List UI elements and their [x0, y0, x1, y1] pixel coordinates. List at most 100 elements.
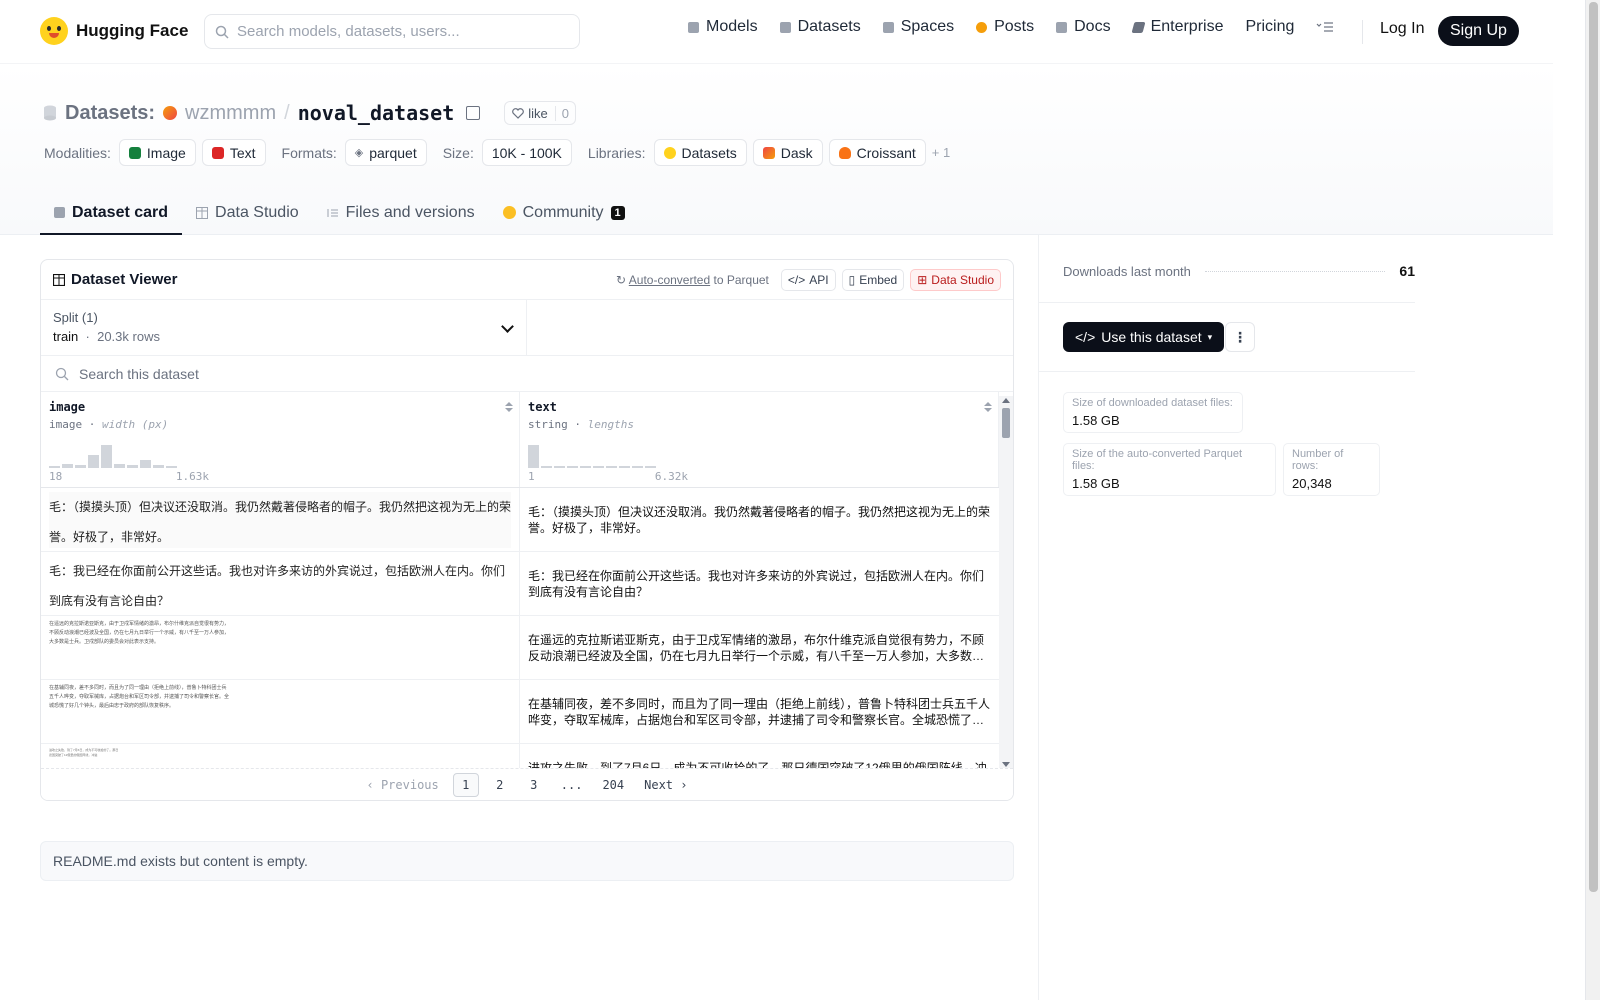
- community-icon: [502, 206, 516, 219]
- tag-datasets-lib[interactable]: Datasets: [653, 139, 747, 166]
- histogram-bar[interactable]: [554, 466, 565, 468]
- image-cell[interactable]: 在基辅同夜，差不多同时，而且为了同一理由（拒绝上前线），普鲁卜特科团士兵五千人哗…: [41, 680, 520, 743]
- page-button[interactable]: 1: [452, 772, 479, 797]
- embed-button[interactable]: ▯ Embed: [841, 268, 905, 291]
- tag-image[interactable]: Image: [118, 139, 196, 166]
- nav-pricing[interactable]: Pricing: [1245, 18, 1294, 36]
- brand-logo[interactable]: Hugging Face: [40, 17, 188, 45]
- nav-spaces[interactable]: Spaces: [882, 18, 954, 36]
- image-cell[interactable]: 进攻之失败，到了7月6日，成为不可收拾的了。那日德国突破了12俄里的俄国阵线，冲…: [41, 744, 520, 769]
- more-options-button[interactable]: ⋮: [1225, 322, 1255, 352]
- global-search[interactable]: [204, 14, 580, 49]
- tag-parquet[interactable]: ◈ parquet: [344, 139, 427, 166]
- api-label: API: [809, 272, 829, 287]
- nav-models[interactable]: Models: [688, 18, 758, 36]
- nav-more-menu[interactable]: [1316, 21, 1334, 33]
- text-cell[interactable]: 进攻之失败，到了7月6日，成为不可收拾的了。那日德国突破了12俄里的俄国阵线，冲…: [520, 744, 999, 770]
- tab-data-studio[interactable]: Data Studio: [182, 192, 313, 235]
- text-cell[interactable]: 毛：我已经在你面前公开这些话。我也对许多来访的外宾说过，包括欧洲人在内。你们到底…: [520, 552, 999, 615]
- tag-datasets-lib-label: Datasets: [681, 144, 737, 161]
- split-selector[interactable]: Split (1) train · 20.3k rows: [41, 300, 527, 355]
- column-header-text[interactable]: text string · lengths 1 6.32k: [520, 392, 999, 487]
- histogram-bar[interactable]: [114, 464, 125, 468]
- copy-icon[interactable]: [466, 106, 481, 120]
- data-studio-button[interactable]: ⊞ Data Studio: [910, 268, 1001, 291]
- histogram-bar[interactable]: [541, 466, 552, 468]
- text-cell[interactable]: 毛：（摸摸头顶）但决议还没取消。我仍然戴著侵略者的帽子。我仍然把这视为无上的荣誉…: [520, 488, 999, 551]
- histogram-bar[interactable]: [528, 445, 539, 468]
- next-page-button[interactable]: Next ›: [638, 773, 693, 797]
- scroll-down-icon[interactable]: [1002, 762, 1010, 767]
- sort-icon[interactable]: [984, 402, 992, 414]
- histogram-bar[interactable]: [49, 466, 60, 468]
- datasets-breadcrumb[interactable]: Datasets:: [65, 102, 155, 125]
- table-row[interactable]: 在基辅同夜，差不多同时，而且为了同一理由（拒绝上前线），普鲁卜特科团士兵五千人哗…: [41, 680, 999, 744]
- tag-size[interactable]: 10K - 100K: [481, 139, 572, 166]
- tab-dataset-card[interactable]: Dataset card: [40, 192, 183, 235]
- api-button[interactable]: </> API: [780, 268, 836, 291]
- heart-icon: [512, 107, 525, 119]
- like-button[interactable]: like 0: [504, 101, 576, 125]
- histogram-bar[interactable]: [619, 466, 630, 468]
- login-button[interactable]: Log In: [1380, 20, 1424, 38]
- image-cell[interactable]: 在遥远的克拉斯诺亚斯克，由于卫戍军情绪的激昂，布尔什维克派自觉很有势力，不顾反动…: [41, 616, 520, 679]
- signup-button[interactable]: Sign Up: [1438, 16, 1519, 46]
- page-button[interactable]: 3: [521, 773, 547, 797]
- table-row[interactable]: 毛：我已经在你面前公开这些话。我也对许多来访的外宾说过，包括欧洲人在内。你们到底…: [41, 552, 999, 616]
- histogram-bar[interactable]: [127, 465, 138, 468]
- viewer-header: Dataset Viewer ↻ Auto-converted to Parqu…: [41, 260, 1013, 300]
- tag-croissant[interactable]: Croissant: [828, 139, 926, 166]
- tag-dask[interactable]: Dask: [752, 139, 823, 166]
- column-header-image[interactable]: image image · width (px) 18 1.63k: [41, 392, 520, 487]
- formats-label: Formats:: [281, 144, 337, 161]
- histogram-bar[interactable]: [88, 455, 99, 468]
- auto-converted-link[interactable]: Auto-converted: [629, 273, 710, 287]
- table-row[interactable]: 毛：（摸摸头顶）但决议还没取消。我仍然戴著侵略者的帽子。我仍然把这视为无上的荣誉…: [41, 488, 999, 552]
- tag-text-label: Text: [229, 144, 256, 161]
- histogram-bar[interactable]: [632, 466, 643, 468]
- page-scrollbar-thumb[interactable]: [1589, 2, 1598, 892]
- scroll-up-icon[interactable]: [1002, 398, 1010, 403]
- image-cell[interactable]: 毛：我已经在你面前公开这些话。我也对许多来访的外宾说过，包括欧洲人在内。你们到底…: [41, 552, 520, 615]
- dataset-search[interactable]: [41, 356, 1013, 392]
- libraries-more[interactable]: + 1: [932, 145, 950, 160]
- nav-enterprise[interactable]: Enterprise: [1131, 18, 1223, 36]
- histogram-bar[interactable]: [645, 466, 656, 468]
- page-scrollbar[interactable]: [1585, 0, 1600, 1000]
- tab-community[interactable]: Community 1: [489, 192, 639, 235]
- histogram-image: [49, 440, 189, 468]
- nav-posts[interactable]: Posts: [976, 18, 1034, 36]
- histogram-bar[interactable]: [593, 466, 604, 468]
- owner-link[interactable]: wzmmmm: [185, 102, 276, 125]
- sort-icon[interactable]: [505, 402, 513, 414]
- nav-docs[interactable]: Docs: [1056, 18, 1111, 36]
- table-scrollbar[interactable]: [999, 396, 1013, 769]
- text-cell[interactable]: 在遥远的克拉斯诺亚斯克，由于卫戍军情绪的激昂，布尔什维克派自觉很有势力，不顾反动…: [520, 616, 999, 679]
- tab-files[interactable]: Files and versions: [313, 192, 489, 235]
- hugging-face-icon: [663, 146, 676, 159]
- tag-text[interactable]: Text: [201, 139, 266, 166]
- histogram-bar[interactable]: [580, 466, 591, 468]
- page-button[interactable]: 2: [487, 773, 513, 797]
- histogram-bar[interactable]: [166, 466, 177, 468]
- histogram-bar[interactable]: [75, 465, 86, 468]
- chevron-down-icon: ▾: [1207, 331, 1213, 342]
- histogram-bar[interactable]: [140, 460, 151, 468]
- histogram-bar[interactable]: [567, 466, 578, 468]
- histogram-bar[interactable]: [606, 466, 617, 468]
- use-dataset-button[interactable]: </> Use this dataset ▾: [1063, 322, 1225, 352]
- global-search-input[interactable]: [237, 23, 557, 40]
- histogram-bar[interactable]: [153, 465, 164, 468]
- dataset-search-input[interactable]: [79, 365, 479, 382]
- table-row[interactable]: 在遥远的克拉斯诺亚斯克，由于卫戍军情绪的激昂，布尔什维克派自觉很有势力，不顾反动…: [41, 616, 999, 680]
- previous-page-button[interactable]: ‹ Previous: [361, 773, 445, 797]
- text-cell[interactable]: 在基辅同夜，差不多同时，而且为了同一理由（拒绝上前线），普鲁卜特科团士兵五千人哗…: [520, 680, 999, 743]
- histogram-bar[interactable]: [62, 464, 73, 468]
- scrollbar-thumb[interactable]: [1002, 408, 1010, 438]
- histogram-bar[interactable]: [101, 445, 112, 468]
- dataset-title: Datasets: wzmmmm / noval_dataset like 0: [43, 101, 576, 125]
- page-button[interactable]: 204: [596, 773, 630, 797]
- table-row[interactable]: 进攻之失败，到了7月6日，成为不可收拾的了。那日德国突破了12俄里的俄国阵线，冲…: [41, 744, 999, 769]
- image-cell[interactable]: 毛：（摸摸头顶）但决议还没取消。我仍然戴著侵略者的帽子。我仍然把这视为无上的荣誉…: [41, 488, 520, 551]
- nav-datasets[interactable]: Datasets: [779, 18, 861, 36]
